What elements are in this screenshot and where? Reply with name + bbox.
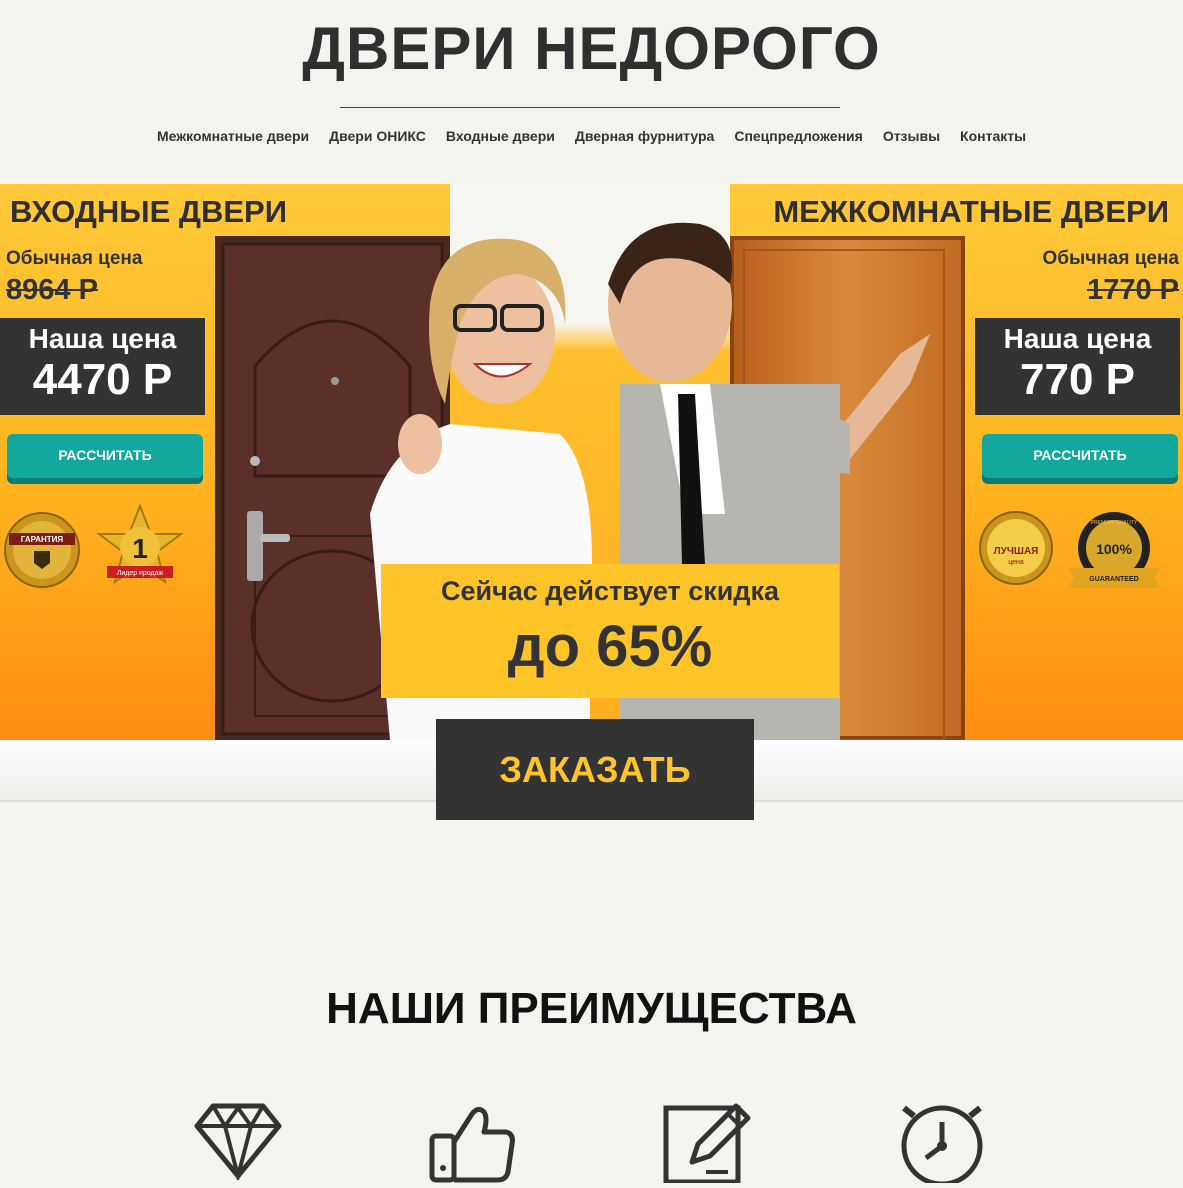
- entrance-doors-title: ВХОДНЫЕ ДВЕРИ: [10, 194, 288, 229]
- stopwatch-icon: [896, 1100, 988, 1188]
- discount-line2: до 65%: [507, 614, 713, 679]
- leader-text: Лидер продаж: [117, 570, 164, 577]
- quality-top-text: PREMIUM QUALITY: [1091, 520, 1138, 526]
- nav-item-reviews[interactable]: Отзывы: [883, 128, 940, 144]
- interior-doors-title: МЕЖКОМНАТНЫЕ ДВЕРИ: [773, 194, 1169, 229]
- edit-document-icon: [662, 1100, 752, 1188]
- entrance-regular-label: Обычная цена: [6, 248, 143, 269]
- guarantee-badge-icon: ГАРАНТИЯ: [3, 511, 81, 589]
- entrance-our-price-box: Наша цена 4470 Р: [0, 318, 205, 415]
- interior-regular-price: 1770 Р: [1087, 274, 1179, 306]
- best-price-sub: цена: [1008, 559, 1024, 566]
- nav-item-onyx-doors[interactable]: Двери ОНИКС: [329, 128, 426, 144]
- nav-item-contacts[interactable]: Контакты: [960, 128, 1026, 144]
- thumbs-up-icon: [428, 1104, 518, 1188]
- logo-divider: [340, 107, 840, 108]
- discount-line1: Сейчас действует скидка: [440, 576, 780, 606]
- order-button[interactable]: ЗАКАЗАТЬ: [436, 719, 754, 820]
- best-price-badge-icon: ЛУЧШАЯ цена: [978, 510, 1054, 586]
- entrance-regular-price: 8964 Р: [6, 274, 98, 306]
- guarantee-badge-text: ГАРАНТИЯ: [21, 535, 64, 544]
- interior-our-price-box: Наша цена 770 Р: [975, 318, 1180, 415]
- quality-percent: 100%: [1096, 541, 1132, 557]
- nav-item-interior-doors[interactable]: Межкомнатные двери: [157, 128, 309, 144]
- main-nav: Межкомнатные двери Двери ОНИКС Входные д…: [0, 128, 1183, 144]
- entrance-calculate-button[interactable]: РАССЧИТАТЬ: [7, 434, 203, 478]
- entrance-our-price: 4470 Р: [32, 355, 173, 404]
- premium-quality-badge-icon: PREMIUM QUALITY 100% GUARANTEED: [1066, 510, 1162, 592]
- nav-item-entrance-doors[interactable]: Входные двери: [446, 128, 555, 144]
- diamond-icon: [193, 1100, 283, 1185]
- interior-regular-label: Обычная цена: [1042, 248, 1179, 269]
- interior-our-label: Наша цена: [1003, 323, 1152, 354]
- quality-bottom-text: GUARANTEED: [1089, 576, 1138, 583]
- interior-calculate-button[interactable]: РАССЧИТАТЬ: [982, 434, 1178, 478]
- interior-our-price: 770 Р: [1020, 355, 1135, 404]
- advantages-title: НАШИ ПРЕИМУЩЕСТВА: [326, 984, 857, 1033]
- sales-leader-badge-icon: 1 Лидер продаж: [95, 502, 185, 592]
- leader-number: 1: [132, 533, 148, 564]
- site-logo[interactable]: ДВЕРИ НЕДОРОГО: [0, 14, 1183, 83]
- nav-item-special-offers[interactable]: Спецпредложения: [734, 128, 862, 144]
- entrance-our-label: Наша цена: [28, 323, 177, 354]
- nav-item-hardware[interactable]: Дверная фурнитура: [575, 128, 714, 144]
- discount-banner: Сейчас действует скидка до 65%: [381, 564, 839, 698]
- best-price-text: ЛУЧШАЯ: [994, 546, 1039, 557]
